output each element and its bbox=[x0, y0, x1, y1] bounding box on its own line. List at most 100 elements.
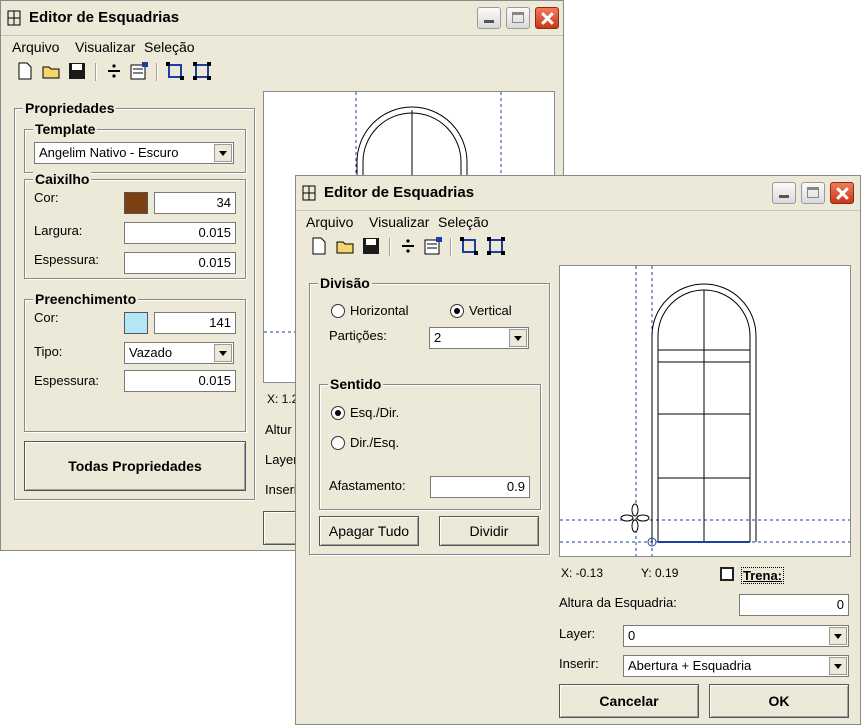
select-frame-icon[interactable] bbox=[165, 61, 185, 81]
caixilho-cor-label: Cor: bbox=[34, 190, 59, 205]
open-folder-icon[interactable] bbox=[41, 61, 61, 81]
layer-combo[interactable]: 0 bbox=[623, 625, 849, 647]
properties-icon[interactable] bbox=[423, 236, 443, 256]
minimize-icon[interactable] bbox=[772, 182, 796, 204]
menu-arquivo[interactable]: Arquivo bbox=[12, 39, 59, 55]
afastamento-label: Afastamento: bbox=[329, 478, 406, 493]
back-layer-label: Layer bbox=[265, 452, 298, 467]
propriedades-label: Propriedades bbox=[23, 100, 117, 116]
largura-label: Largura: bbox=[34, 223, 83, 238]
tipo-value: Vazado bbox=[129, 345, 173, 360]
particoes-combo[interactable]: 2 bbox=[429, 327, 529, 349]
particoes-value: 2 bbox=[434, 330, 442, 345]
apagar-tudo-button[interactable]: Apagar Tudo bbox=[319, 516, 419, 546]
open-folder-icon[interactable] bbox=[335, 236, 355, 256]
chevron-down-icon[interactable] bbox=[509, 329, 527, 347]
preenchimento-label: Preenchimento bbox=[33, 291, 139, 307]
caixilho-color-swatch[interactable] bbox=[124, 192, 148, 214]
sentido-group: Sentido Esq./Dir. Dir./Esq. Afastamento:… bbox=[319, 376, 541, 510]
preenchimento-group: Preenchimento Cor: 141 Tipo: Vazado Espe… bbox=[24, 291, 246, 432]
menu-visualizar[interactable]: Visualizar bbox=[75, 39, 135, 55]
altura-field[interactable]: 0 bbox=[739, 594, 849, 616]
select-frame-icon[interactable] bbox=[459, 236, 479, 256]
front-window-drawing bbox=[560, 266, 850, 556]
sentido-label: Sentido bbox=[328, 376, 384, 392]
chevron-down-icon[interactable] bbox=[829, 657, 847, 675]
front-drawing-canvas[interactable] bbox=[559, 265, 851, 557]
dir-esq-radio[interactable] bbox=[331, 436, 345, 450]
template-combo[interactable]: Angelim Nativo - Escuro bbox=[34, 142, 234, 164]
back-titlebar[interactable]: Editor de Esquadrias bbox=[1, 1, 563, 36]
chevron-down-icon[interactable] bbox=[214, 144, 232, 162]
esq-dir-label[interactable]: Esq./Dir. bbox=[350, 405, 399, 420]
tipo-combo[interactable]: Vazado bbox=[124, 342, 234, 364]
front-window-title: Editor de Esquadrias bbox=[324, 184, 475, 201]
chevron-down-icon[interactable] bbox=[829, 627, 847, 645]
save-icon[interactable] bbox=[361, 236, 381, 256]
maximize-icon[interactable] bbox=[506, 7, 530, 29]
new-file-icon[interactable] bbox=[309, 236, 329, 256]
inserir-label: Inserir: bbox=[559, 656, 599, 671]
dir-esq-label[interactable]: Dir./Esq. bbox=[350, 435, 399, 450]
trena-checkbox[interactable] bbox=[720, 567, 734, 581]
close-icon[interactable] bbox=[535, 7, 559, 29]
window-app-icon bbox=[302, 185, 316, 201]
window-app-icon bbox=[7, 10, 21, 26]
preench-color-swatch[interactable] bbox=[124, 312, 148, 334]
horizontal-radio[interactable] bbox=[331, 304, 345, 318]
select-nodes-icon[interactable] bbox=[192, 61, 212, 81]
preench-espessura-field[interactable]: 0.015 bbox=[124, 370, 236, 392]
espessura-label: Espessura: bbox=[34, 252, 100, 267]
save-icon[interactable] bbox=[67, 61, 87, 81]
largura-field[interactable]: 0.015 bbox=[124, 222, 236, 244]
divisao-group: Divisão Horizontal Vertical Partições: 2… bbox=[309, 275, 550, 555]
minimize-icon[interactable] bbox=[477, 7, 501, 29]
inserir-combo[interactable]: Abertura + Esquadria bbox=[623, 655, 849, 677]
divisao-label: Divisão bbox=[318, 275, 372, 291]
front-menubar: Arquivo Visualizar Seleção bbox=[296, 210, 860, 232]
horizontal-label[interactable]: Horizontal bbox=[350, 303, 409, 318]
esq-dir-radio[interactable] bbox=[331, 406, 345, 420]
dividir-button[interactable]: Dividir bbox=[439, 516, 539, 546]
todas-propriedades-button[interactable]: Todas Propriedades bbox=[24, 441, 246, 491]
espessura-field[interactable]: 0.015 bbox=[124, 252, 236, 274]
back-altura-label: Altur bbox=[265, 422, 292, 437]
close-icon[interactable] bbox=[830, 182, 854, 204]
trena-label[interactable]: Trena: bbox=[741, 567, 785, 584]
properties-icon[interactable] bbox=[129, 61, 149, 81]
particoes-label: Partições: bbox=[329, 328, 387, 343]
tipo-label: Tipo: bbox=[34, 344, 63, 359]
select-nodes-icon[interactable] bbox=[486, 236, 506, 256]
caixilho-label: Caixilho bbox=[33, 171, 92, 187]
propriedades-group: Propriedades Template Angelim Nativo - E… bbox=[14, 100, 255, 500]
preench-cor-field[interactable]: 141 bbox=[154, 312, 236, 334]
new-file-icon[interactable] bbox=[15, 61, 35, 81]
maximize-icon[interactable] bbox=[801, 182, 825, 204]
back-toolbar bbox=[1, 57, 563, 87]
cancelar-label: Cancelar bbox=[599, 693, 659, 709]
divide-icon[interactable] bbox=[104, 61, 124, 81]
inserir-value: Abertura + Esquadria bbox=[628, 658, 752, 673]
vertical-radio[interactable] bbox=[450, 304, 464, 318]
preench-cor-label: Cor: bbox=[34, 310, 59, 325]
chevron-down-icon[interactable] bbox=[214, 344, 232, 362]
menu-visualizar[interactable]: Visualizar bbox=[369, 214, 429, 230]
ok-label: OK bbox=[768, 693, 790, 709]
caixilho-cor-field[interactable]: 34 bbox=[154, 192, 236, 214]
ok-button[interactable]: OK bbox=[709, 684, 849, 718]
coord-y: Y: 0.19 bbox=[641, 566, 679, 580]
cancelar-button[interactable]: Cancelar bbox=[559, 684, 699, 718]
afastamento-field[interactable]: 0.9 bbox=[430, 476, 530, 498]
todas-propriedades-label: Todas Propriedades bbox=[68, 458, 202, 474]
menu-arquivo[interactable]: Arquivo bbox=[306, 214, 353, 230]
menu-selecao[interactable]: Seleção bbox=[438, 214, 489, 230]
back-menubar: Arquivo Visualizar Seleção bbox=[1, 35, 563, 57]
layer-label: Layer: bbox=[559, 626, 596, 641]
vertical-label[interactable]: Vertical bbox=[469, 303, 512, 318]
front-titlebar[interactable]: Editor de Esquadrias bbox=[296, 176, 860, 211]
template-label: Template bbox=[33, 121, 98, 137]
back-coord-x: X: 1.2 bbox=[267, 392, 299, 406]
cursor-crosshair-icon bbox=[620, 503, 650, 533]
divide-icon[interactable] bbox=[398, 236, 418, 256]
menu-selecao[interactable]: Seleção bbox=[144, 39, 195, 55]
